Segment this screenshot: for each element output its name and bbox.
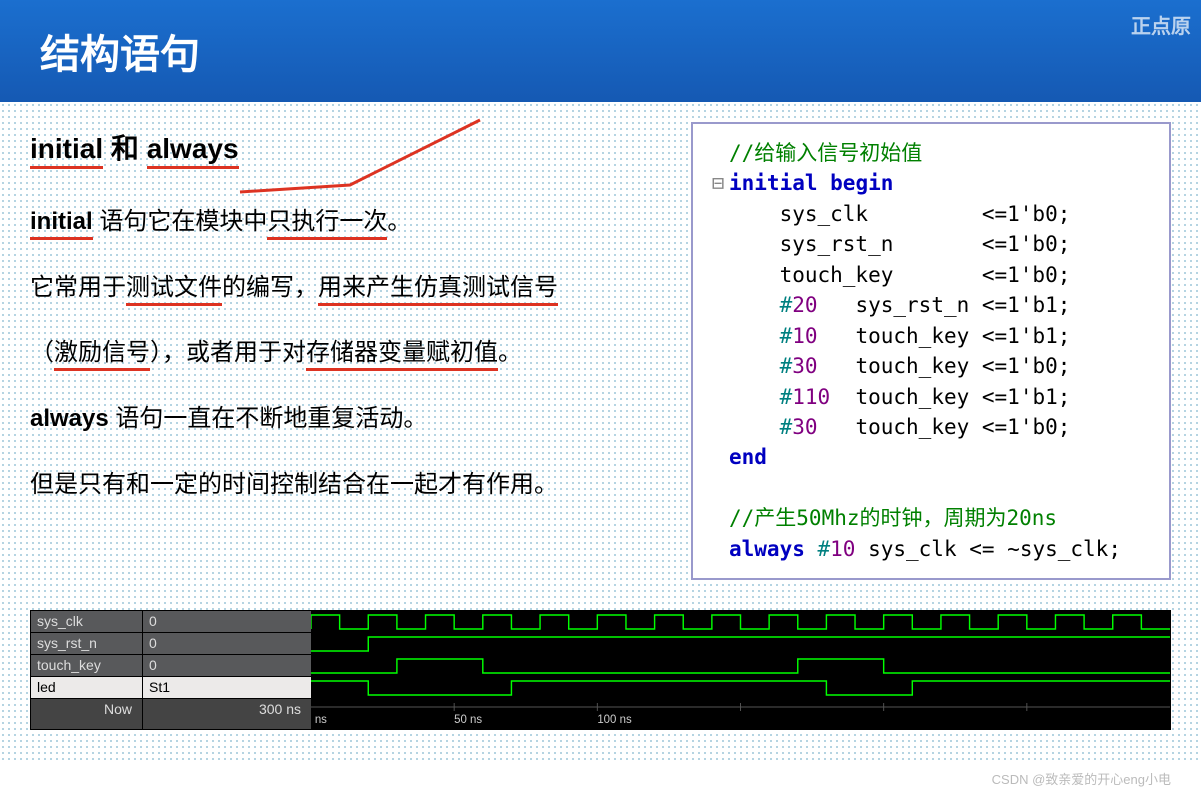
signal-name: led [31,677,143,698]
waveform-panel: sys_clk0 sys_rst_n0 touch_key0 ledSt1 No… [30,610,1171,730]
waveform-signal-list: sys_clk0 sys_rst_n0 touch_key0 ledSt1 No… [31,611,311,729]
paragraph-4: always 语句一直在不断地重复活动。 [30,396,661,442]
signal-name: sys_rst_n [31,633,143,654]
signal-name: sys_clk [31,611,143,632]
slide-header: 结构语句 正点原 [0,0,1201,102]
signal-name: touch_key [31,655,143,676]
paragraph-3: （激励信号），或者用于对存储器变量赋初值。 [30,330,661,376]
slide-body: initial 和 always initial 语句它在模块中只执行一次。 它… [0,102,1201,760]
paragraph-2: 它常用于测试文件的编写，用来产生仿真测试信号 [30,265,661,311]
slide-title: 结构语句 [40,33,200,77]
waveform-canvas: ns 50 ns 100 ns [311,611,1170,729]
code-block: //给输入信号初始值 ⊟initial begin sys_clk <=1'b0… [691,122,1171,580]
paragraph-5: 但是只有和一定的时间控制结合在一起才有作用。 [30,462,661,508]
watermark: CSDN @致亲爱的开心eng小电 [992,769,1171,788]
paragraph-1: initial 语句它在模块中只执行一次。 [30,199,661,245]
section-subtitle: initial 和 always [30,122,661,175]
brand-corner: 正点原 [1131,10,1191,39]
text-column: initial 和 always initial 语句它在模块中只执行一次。 它… [30,122,661,527]
svg-text:50 ns: 50 ns [454,713,482,726]
svg-text:ns: ns [315,713,327,726]
svg-text:100 ns: 100 ns [597,713,631,726]
